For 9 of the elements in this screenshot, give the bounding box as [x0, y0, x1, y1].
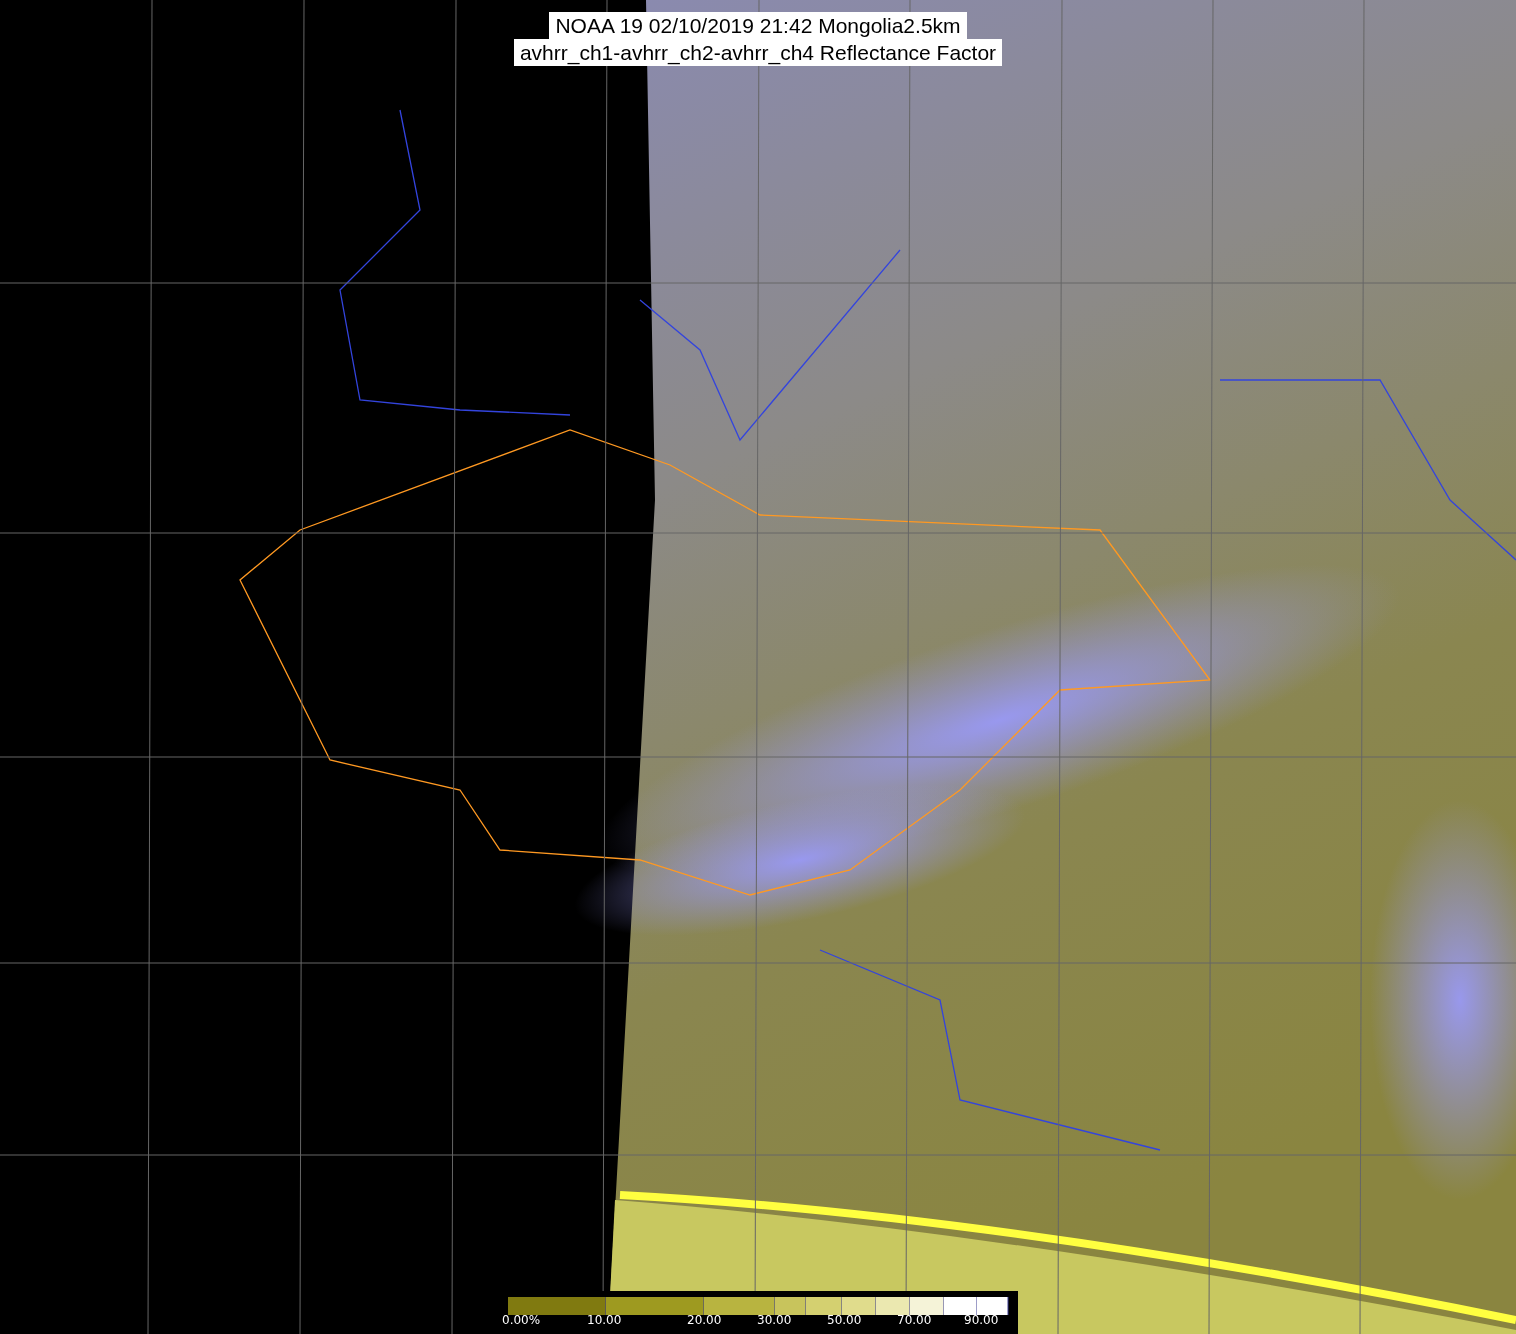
- map-title: avhrr_ch1-avhrr_ch2-avhrr_ch4 Reflectance Factor: [513, 39, 1003, 66]
- scale-label: 10.00: [587, 1312, 622, 1329]
- map-title: NOAA 19 02/10/2019 21:42 Mongolia2.5km: [549, 12, 967, 39]
- scale-label: 90.00: [964, 1312, 999, 1329]
- scale-label: 20.00: [687, 1312, 722, 1329]
- scale-label: 30.00: [757, 1312, 792, 1329]
- scale-label: 0.00%: [502, 1312, 541, 1329]
- scale-label: 50.00: [827, 1312, 862, 1329]
- scale-label: 70.00: [897, 1312, 932, 1329]
